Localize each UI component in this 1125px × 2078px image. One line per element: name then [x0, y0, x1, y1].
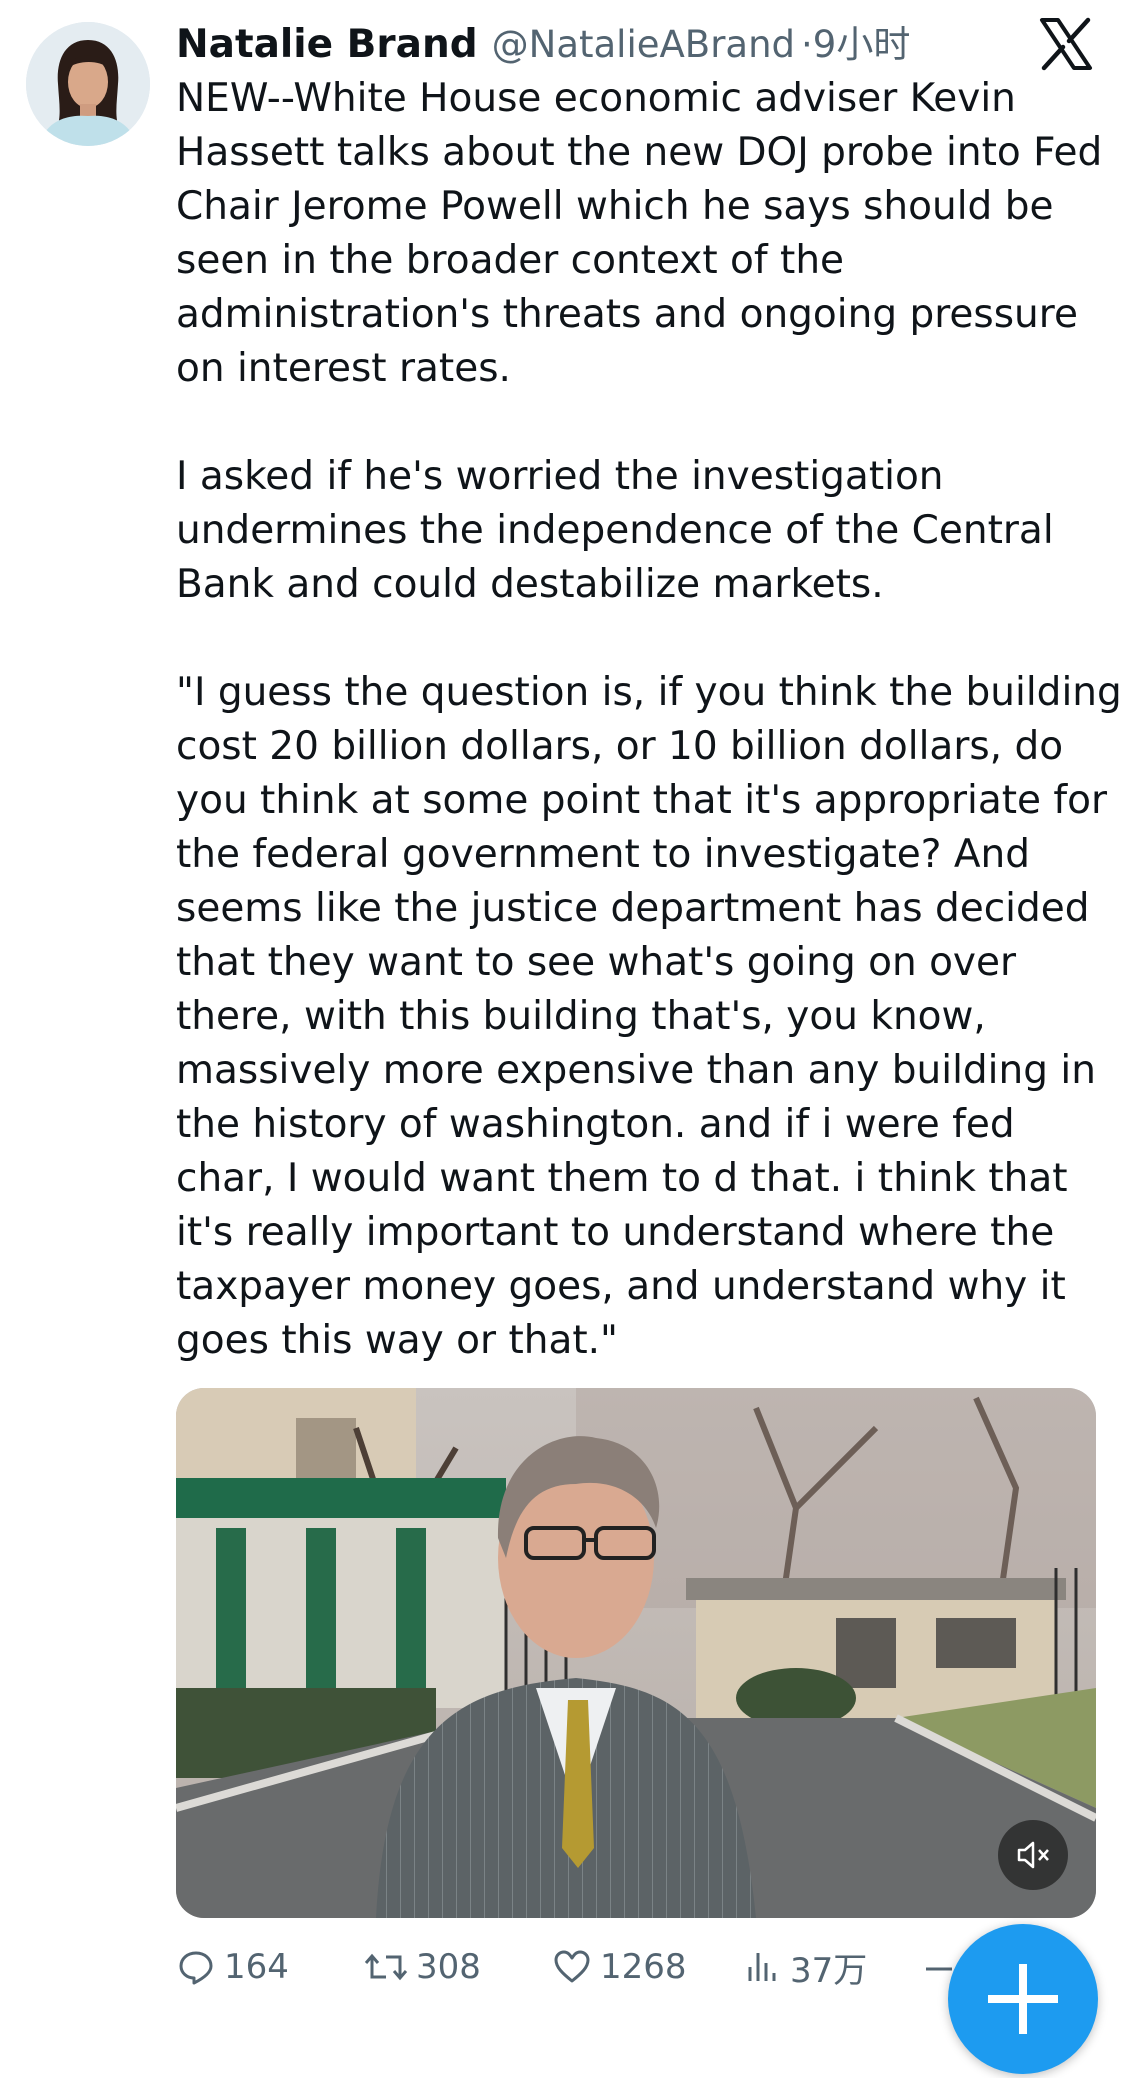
tweet-text: NEW--White House economic adviser Kevin …	[176, 72, 1122, 1368]
heart-icon	[554, 1950, 590, 1983]
tweet-paragraph: NEW--White House economic adviser Kevin …	[176, 76, 1103, 391]
tweet-paragraph: I asked if he's worried the investigatio…	[176, 454, 1054, 607]
mute-button[interactable]	[998, 1820, 1068, 1890]
tweet-paragraph: "I guess the question is, if you think t…	[176, 670, 1122, 1363]
retweet-button[interactable]: 308	[364, 1940, 481, 1994]
views-icon	[748, 1953, 776, 1981]
author-name[interactable]: Natalie Brand	[176, 22, 478, 67]
reply-count: 164	[224, 1947, 289, 1987]
like-button[interactable]: 1268	[552, 1940, 687, 1994]
compose-fab-icon	[988, 1964, 1058, 2034]
tweet-video[interactable]	[176, 1388, 1096, 1918]
retweet-count: 308	[416, 1947, 481, 1987]
video-frame	[176, 1388, 1096, 1918]
avatar-image	[26, 22, 150, 146]
views-button[interactable]: 37万	[742, 1940, 867, 1994]
views-count: 37万	[790, 1950, 868, 1991]
compose-button[interactable]	[948, 1924, 1098, 2074]
x-logo-icon[interactable]	[1038, 16, 1094, 72]
author-handle[interactable]: @NatalieABrand	[492, 23, 795, 66]
like-count: 1268	[600, 1947, 687, 1987]
avatar[interactable]	[26, 22, 150, 146]
reply-button[interactable]: 164	[176, 1940, 289, 1994]
tweet-actions: 164 308 1268 37万	[176, 1940, 1076, 1994]
mute-icon	[1017, 1841, 1049, 1869]
retweet-icon	[364, 1953, 408, 1981]
tweet-header: Natalie Brand @NatalieABrand ·9小时	[176, 14, 1005, 68]
tweet-timestamp[interactable]: ·9小时	[801, 14, 910, 68]
reply-icon	[179, 1951, 213, 1985]
